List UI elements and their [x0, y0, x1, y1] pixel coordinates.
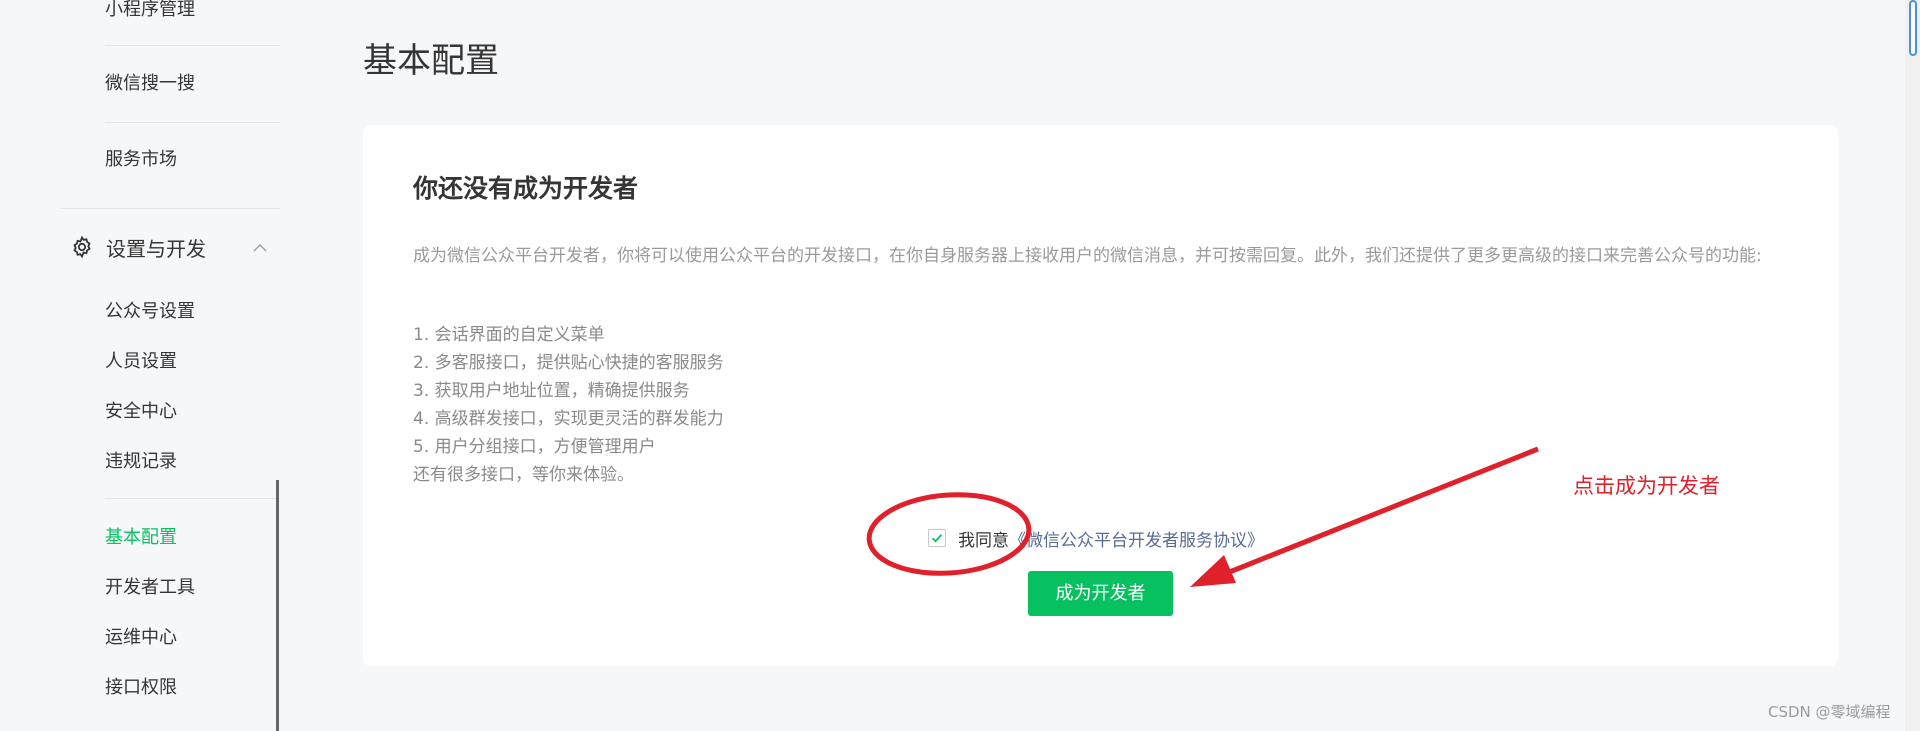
sidebar-section-label: 设置与开发 — [106, 237, 206, 261]
annotation-text: 点击成为开发者 — [1573, 474, 1720, 498]
list-item: 3. 获取用户地址位置，精确提供服务 — [413, 381, 690, 401]
list-item: 4. 高级群发接口，实现更灵活的群发能力 — [413, 409, 724, 429]
sidebar-item-wechat-search[interactable]: 微信搜一搜 — [105, 72, 195, 96]
gear-icon — [70, 235, 94, 263]
sidebar: 小程序管理 微信搜一搜 服务市场 设置与开发 公众号设置 人员设置 安全中心 违… — [0, 0, 290, 731]
sidebar-item-basic-config[interactable]: 基本配置 — [105, 526, 177, 550]
divider — [60, 208, 280, 209]
page-scrollbar-track[interactable] — [1905, 0, 1920, 731]
sidebar-item-developer-tools[interactable]: 开发者工具 — [105, 576, 195, 600]
annotation-arrow — [1190, 446, 1539, 587]
page-scrollbar-thumb[interactable] — [1909, 0, 1917, 56]
app-root: 小程序管理 微信搜一搜 服务市场 设置与开发 公众号设置 人员设置 安全中心 违… — [0, 0, 1920, 731]
card-description: 成为微信公众平台开发者，你将可以使用公众平台的开发接口，在你自身服务器上接收用户… — [413, 246, 1762, 266]
card-title: 你还没有成为开发者 — [413, 174, 639, 203]
sidebar-item-staff-settings[interactable]: 人员设置 — [105, 350, 177, 374]
watermark: CSDN @零域编程 — [1768, 703, 1891, 721]
sidebar-section-settings-dev[interactable]: 设置与开发 — [70, 235, 206, 263]
divider — [105, 498, 280, 499]
feature-list: 1. 会话界面的自定义菜单 2. 多客服接口，提供贴心快捷的客服服务 3. 获取… — [413, 321, 724, 461]
divider — [105, 45, 280, 46]
divider — [105, 122, 280, 123]
list-item: 1. 会话界面的自定义菜单 — [413, 325, 605, 345]
become-developer-button[interactable]: 成为开发者 — [1028, 571, 1173, 616]
sidebar-scrollbar[interactable] — [276, 480, 279, 731]
developer-card: 你还没有成为开发者 成为微信公众平台开发者，你将可以使用公众平台的开发接口，在你… — [363, 125, 1838, 666]
list-item: 2. 多客服接口，提供贴心快捷的客服服务 — [413, 353, 724, 373]
more-apis-text: 还有很多接口，等你来体验。 — [413, 465, 634, 485]
sidebar-item-security-center[interactable]: 安全中心 — [105, 400, 177, 424]
sidebar-item-service-market[interactable]: 服务市场 — [105, 148, 177, 172]
page-title: 基本配置 — [363, 41, 499, 81]
sidebar-item-account-settings[interactable]: 公众号设置 — [105, 300, 195, 324]
sidebar-item-violation-records[interactable]: 违规记录 — [105, 450, 177, 474]
sidebar-item-miniprogram[interactable]: 小程序管理 — [105, 0, 195, 22]
list-item: 5. 用户分组接口，方便管理用户 — [413, 437, 656, 457]
chevron-up-icon[interactable] — [252, 240, 268, 256]
sidebar-item-api-permissions[interactable]: 接口权限 — [105, 676, 177, 700]
annotation-ellipse — [866, 492, 1032, 576]
sidebar-item-ops-center[interactable]: 运维中心 — [105, 626, 177, 650]
